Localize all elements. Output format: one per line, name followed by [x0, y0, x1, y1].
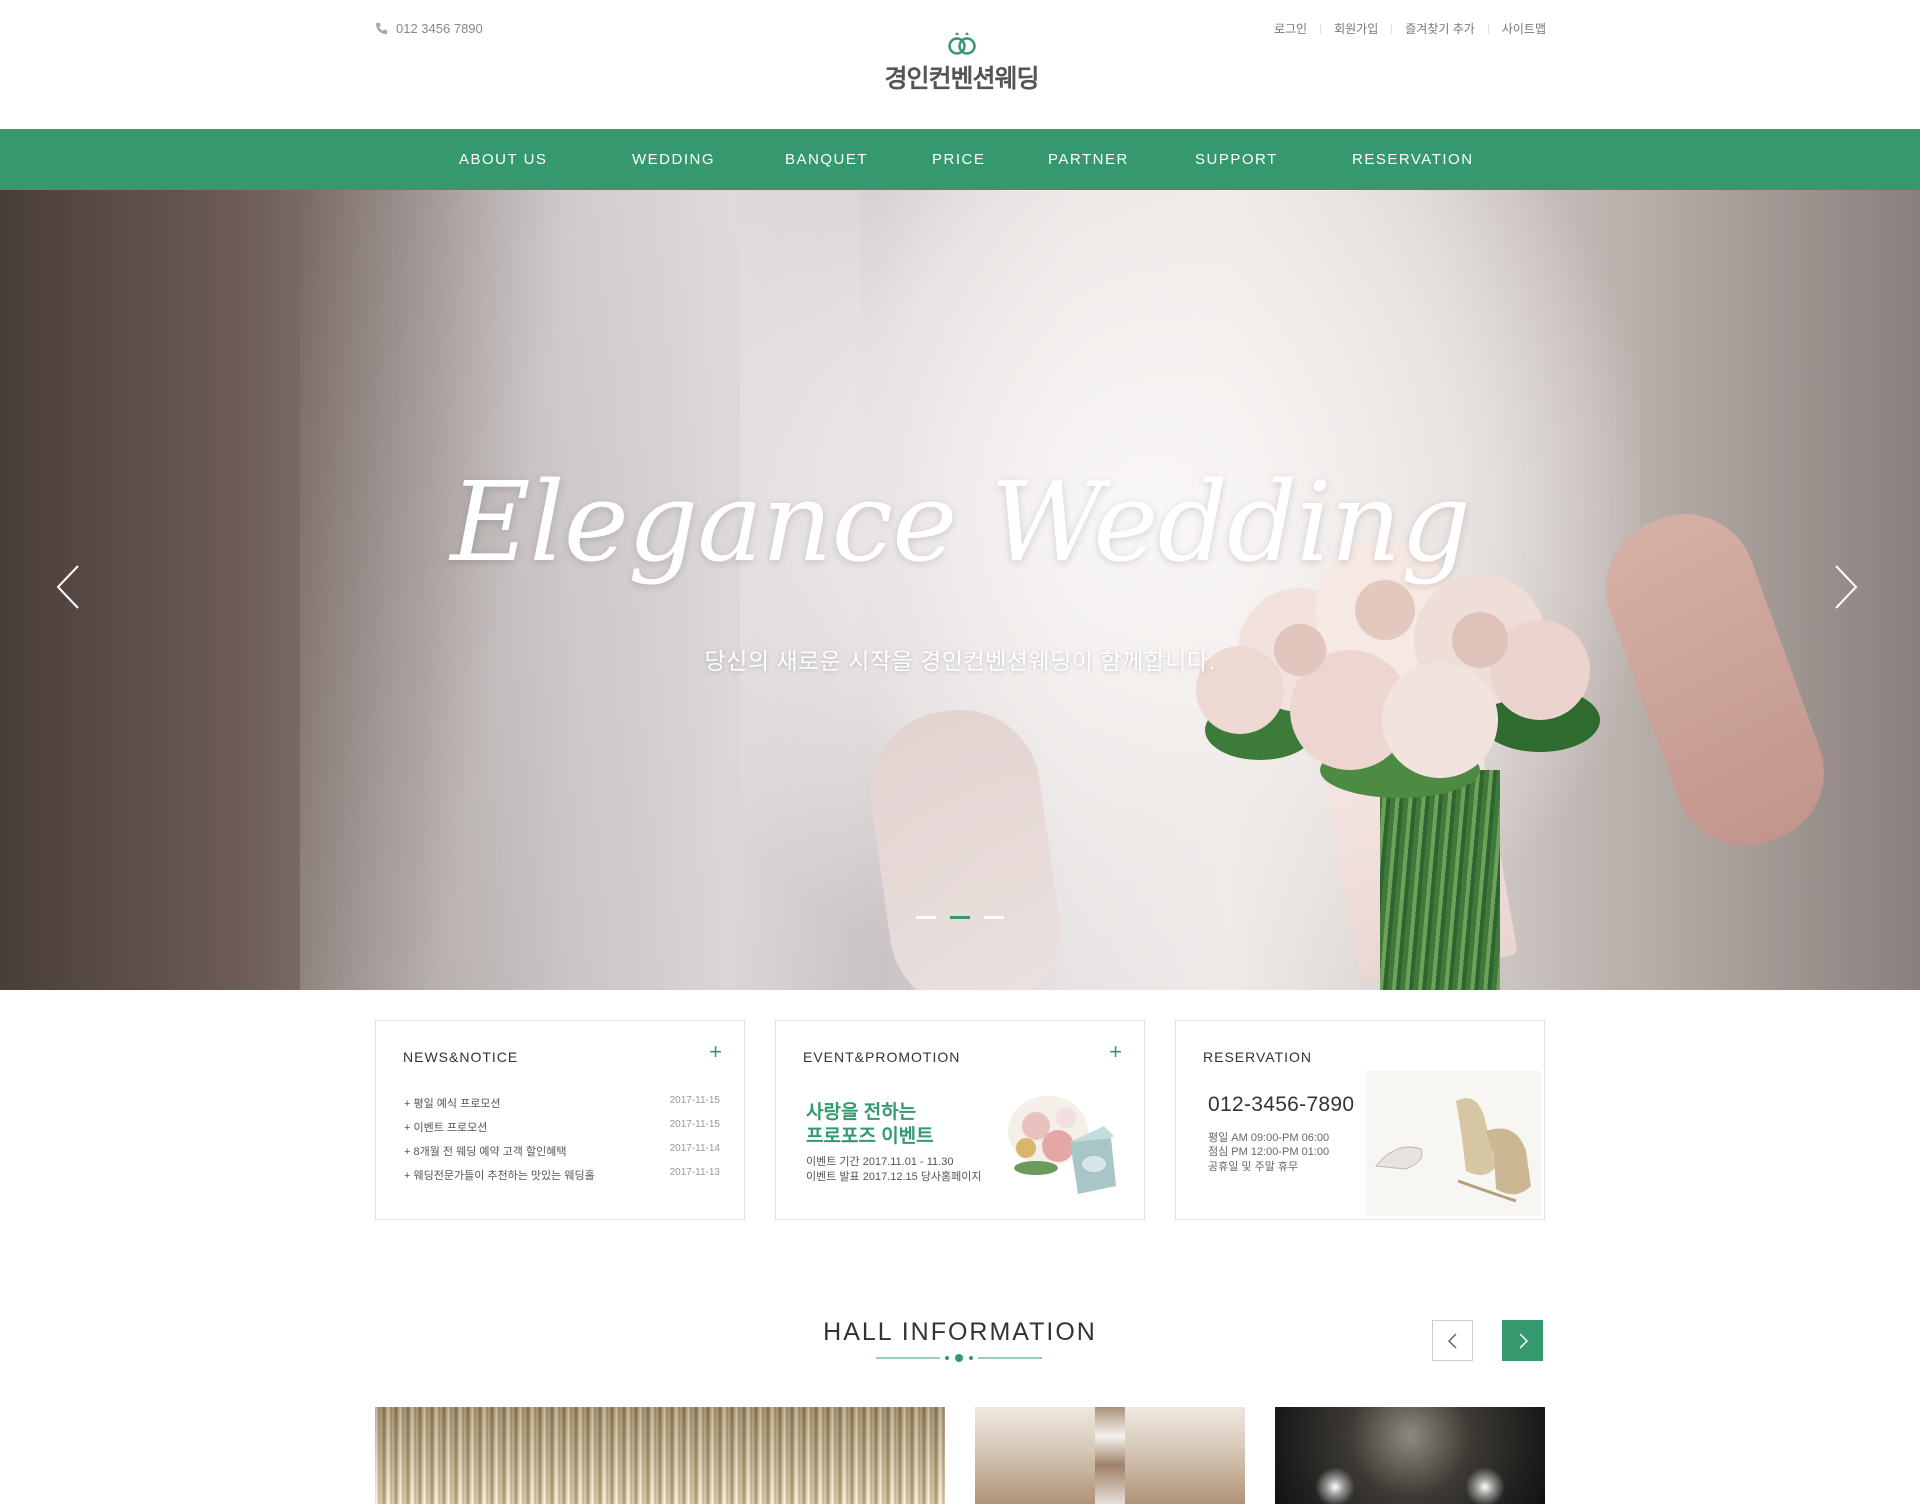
news-date: 2017-11-15	[669, 1095, 720, 1106]
hall-next-button[interactable]	[1502, 1320, 1543, 1361]
news-date: 2017-11-13	[669, 1167, 720, 1178]
phone-number: 012 3456 7890	[396, 21, 483, 36]
news-more-button[interactable]: +	[709, 1041, 722, 1063]
reservation-card[interactable]: RESERVATION 012-3456-7890 평일 AM 09:00-PM…	[1175, 1020, 1545, 1220]
promo-headline-line-2: 프로포즈 이벤트	[806, 1126, 934, 1147]
promo-more-button[interactable]: +	[1109, 1041, 1122, 1063]
top-header: 012 3456 7890 경인컨벤션웨딩 로그인 회원가입 즐겨찾기 추가 사…	[0, 0, 1920, 129]
news-text: + 평일 예식 프로모션	[404, 1098, 501, 1110]
nav-item-price[interactable]: PRICE	[932, 129, 985, 190]
news-text: + 이벤트 프로모션	[404, 1122, 488, 1134]
nav-item-wedding[interactable]: WEDDING	[632, 129, 715, 190]
list-item[interactable]: + 평일 예식 프로모션 2017-11-15	[404, 1095, 720, 1119]
list-item[interactable]: + 웨딩전문가들이 추천하는 맛있는 웨딩홀 2017-11-13	[404, 1167, 720, 1191]
promo-headline-line-1: 사랑을 전하는	[806, 1102, 917, 1123]
chevron-right-icon	[1835, 565, 1858, 609]
nav-item-reservation[interactable]: RESERVATION	[1352, 129, 1474, 190]
signup-link[interactable]: 회원가입	[1321, 20, 1391, 37]
main-nav: ABOUT US WEDDING BANQUET PRICE PARTNER S…	[0, 129, 1920, 190]
logo-text: 경인컨벤션웨딩	[884, 65, 1039, 93]
hero-subtitle: 당신의 새로운 시작을 경인컨벤션웨딩이 함께합니다.	[704, 648, 1216, 674]
news-date: 2017-11-14	[669, 1143, 720, 1154]
slide-dot-2[interactable]	[950, 916, 970, 919]
reservation-hours-lunch: 점심 PM 12:00-PM 01:00	[1208, 1146, 1330, 1158]
news-date: 2017-11-15	[669, 1119, 720, 1130]
phone-icon	[375, 22, 388, 35]
hall-image-aisle[interactable]	[975, 1407, 1245, 1504]
reservation-phone: 012-3456-7890	[1208, 1093, 1355, 1116]
slide-dot-1[interactable]	[916, 916, 936, 919]
nav-item-support[interactable]: SUPPORT	[1195, 129, 1278, 190]
hall-image-chandelier[interactable]	[375, 1407, 945, 1504]
chevron-left-icon	[56, 565, 79, 609]
promo-card-title: EVENT&PROMOTION	[803, 1049, 961, 1065]
promo-announce: 이벤트 발표 2017.12.15 당사홈페이지	[806, 1171, 982, 1183]
list-item[interactable]: + 8개월 전 웨딩 예약 고객 할인혜택 2017-11-14	[404, 1143, 720, 1167]
news-text: + 8개월 전 웨딩 예약 고객 할인혜택	[404, 1146, 567, 1158]
news-notice-card: NEWS&NOTICE + + 평일 예식 프로모션 2017-11-15 + 이…	[375, 1020, 745, 1220]
site-logo[interactable]: 경인컨벤션웨딩	[884, 32, 1040, 95]
wedding-shoes-image	[1366, 1071, 1541, 1216]
chevron-right-icon	[1518, 1332, 1528, 1349]
sitemap-link[interactable]: 사이트맵	[1489, 20, 1546, 37]
hero-title: Elegance Wedding	[450, 458, 1471, 586]
hall-prev-button[interactable]	[1432, 1320, 1473, 1361]
chevron-left-icon	[1447, 1332, 1457, 1349]
flower-ring-box-image	[1008, 1096, 1116, 1194]
title-divider-ornament	[876, 1354, 1042, 1362]
bookmark-link[interactable]: 즐겨찾기 추가	[1392, 20, 1488, 37]
slide-dot-3[interactable]	[984, 916, 1004, 919]
hero-pagination	[916, 916, 1004, 919]
login-link[interactable]: 로그인	[1261, 20, 1320, 37]
news-list: + 평일 예식 프로모션 2017-11-15 + 이벤트 프로모션 2017-11…	[404, 1095, 720, 1191]
hall-section-title: HALL INFORMATION	[823, 1318, 1097, 1346]
nav-item-about-us[interactable]: ABOUT US	[459, 129, 547, 190]
news-text: + 웨딩전문가들이 추천하는 맛있는 웨딩홀	[404, 1170, 595, 1182]
event-promotion-card[interactable]: EVENT&PROMOTION + 사랑을 전하는 프로포즈 이벤트 이벤트 기…	[775, 1020, 1145, 1220]
news-card-title: NEWS&NOTICE	[403, 1049, 519, 1065]
hero-next-button[interactable]	[1830, 562, 1860, 612]
hero-prev-button[interactable]	[54, 562, 84, 612]
rings-logo-icon	[947, 32, 976, 55]
hero-slider: Elegance Wedding 당신의 새로운 시작을 경인컨벤션웨딩이 함께…	[0, 190, 1920, 990]
utility-links: 로그인 회원가입 즐겨찾기 추가 사이트맵	[1261, 20, 1546, 37]
promo-headline: 사랑을 전하는 프로포즈 이벤트	[806, 1101, 934, 1149]
reservation-hours-holiday: 공휴일 및 주말 휴무	[1208, 1161, 1299, 1173]
nav-item-banquet[interactable]: BANQUET	[785, 129, 868, 190]
reservation-card-title: RESERVATION	[1203, 1049, 1313, 1065]
list-item[interactable]: + 이벤트 프로모션 2017-11-15	[404, 1119, 720, 1143]
header-phone: 012 3456 7890	[375, 21, 483, 36]
nav-item-partner[interactable]: PARTNER	[1048, 129, 1129, 190]
hall-image-stage[interactable]	[1275, 1407, 1545, 1504]
promo-period: 이벤트 기간 2017.11.01 - 11.30	[806, 1156, 954, 1168]
